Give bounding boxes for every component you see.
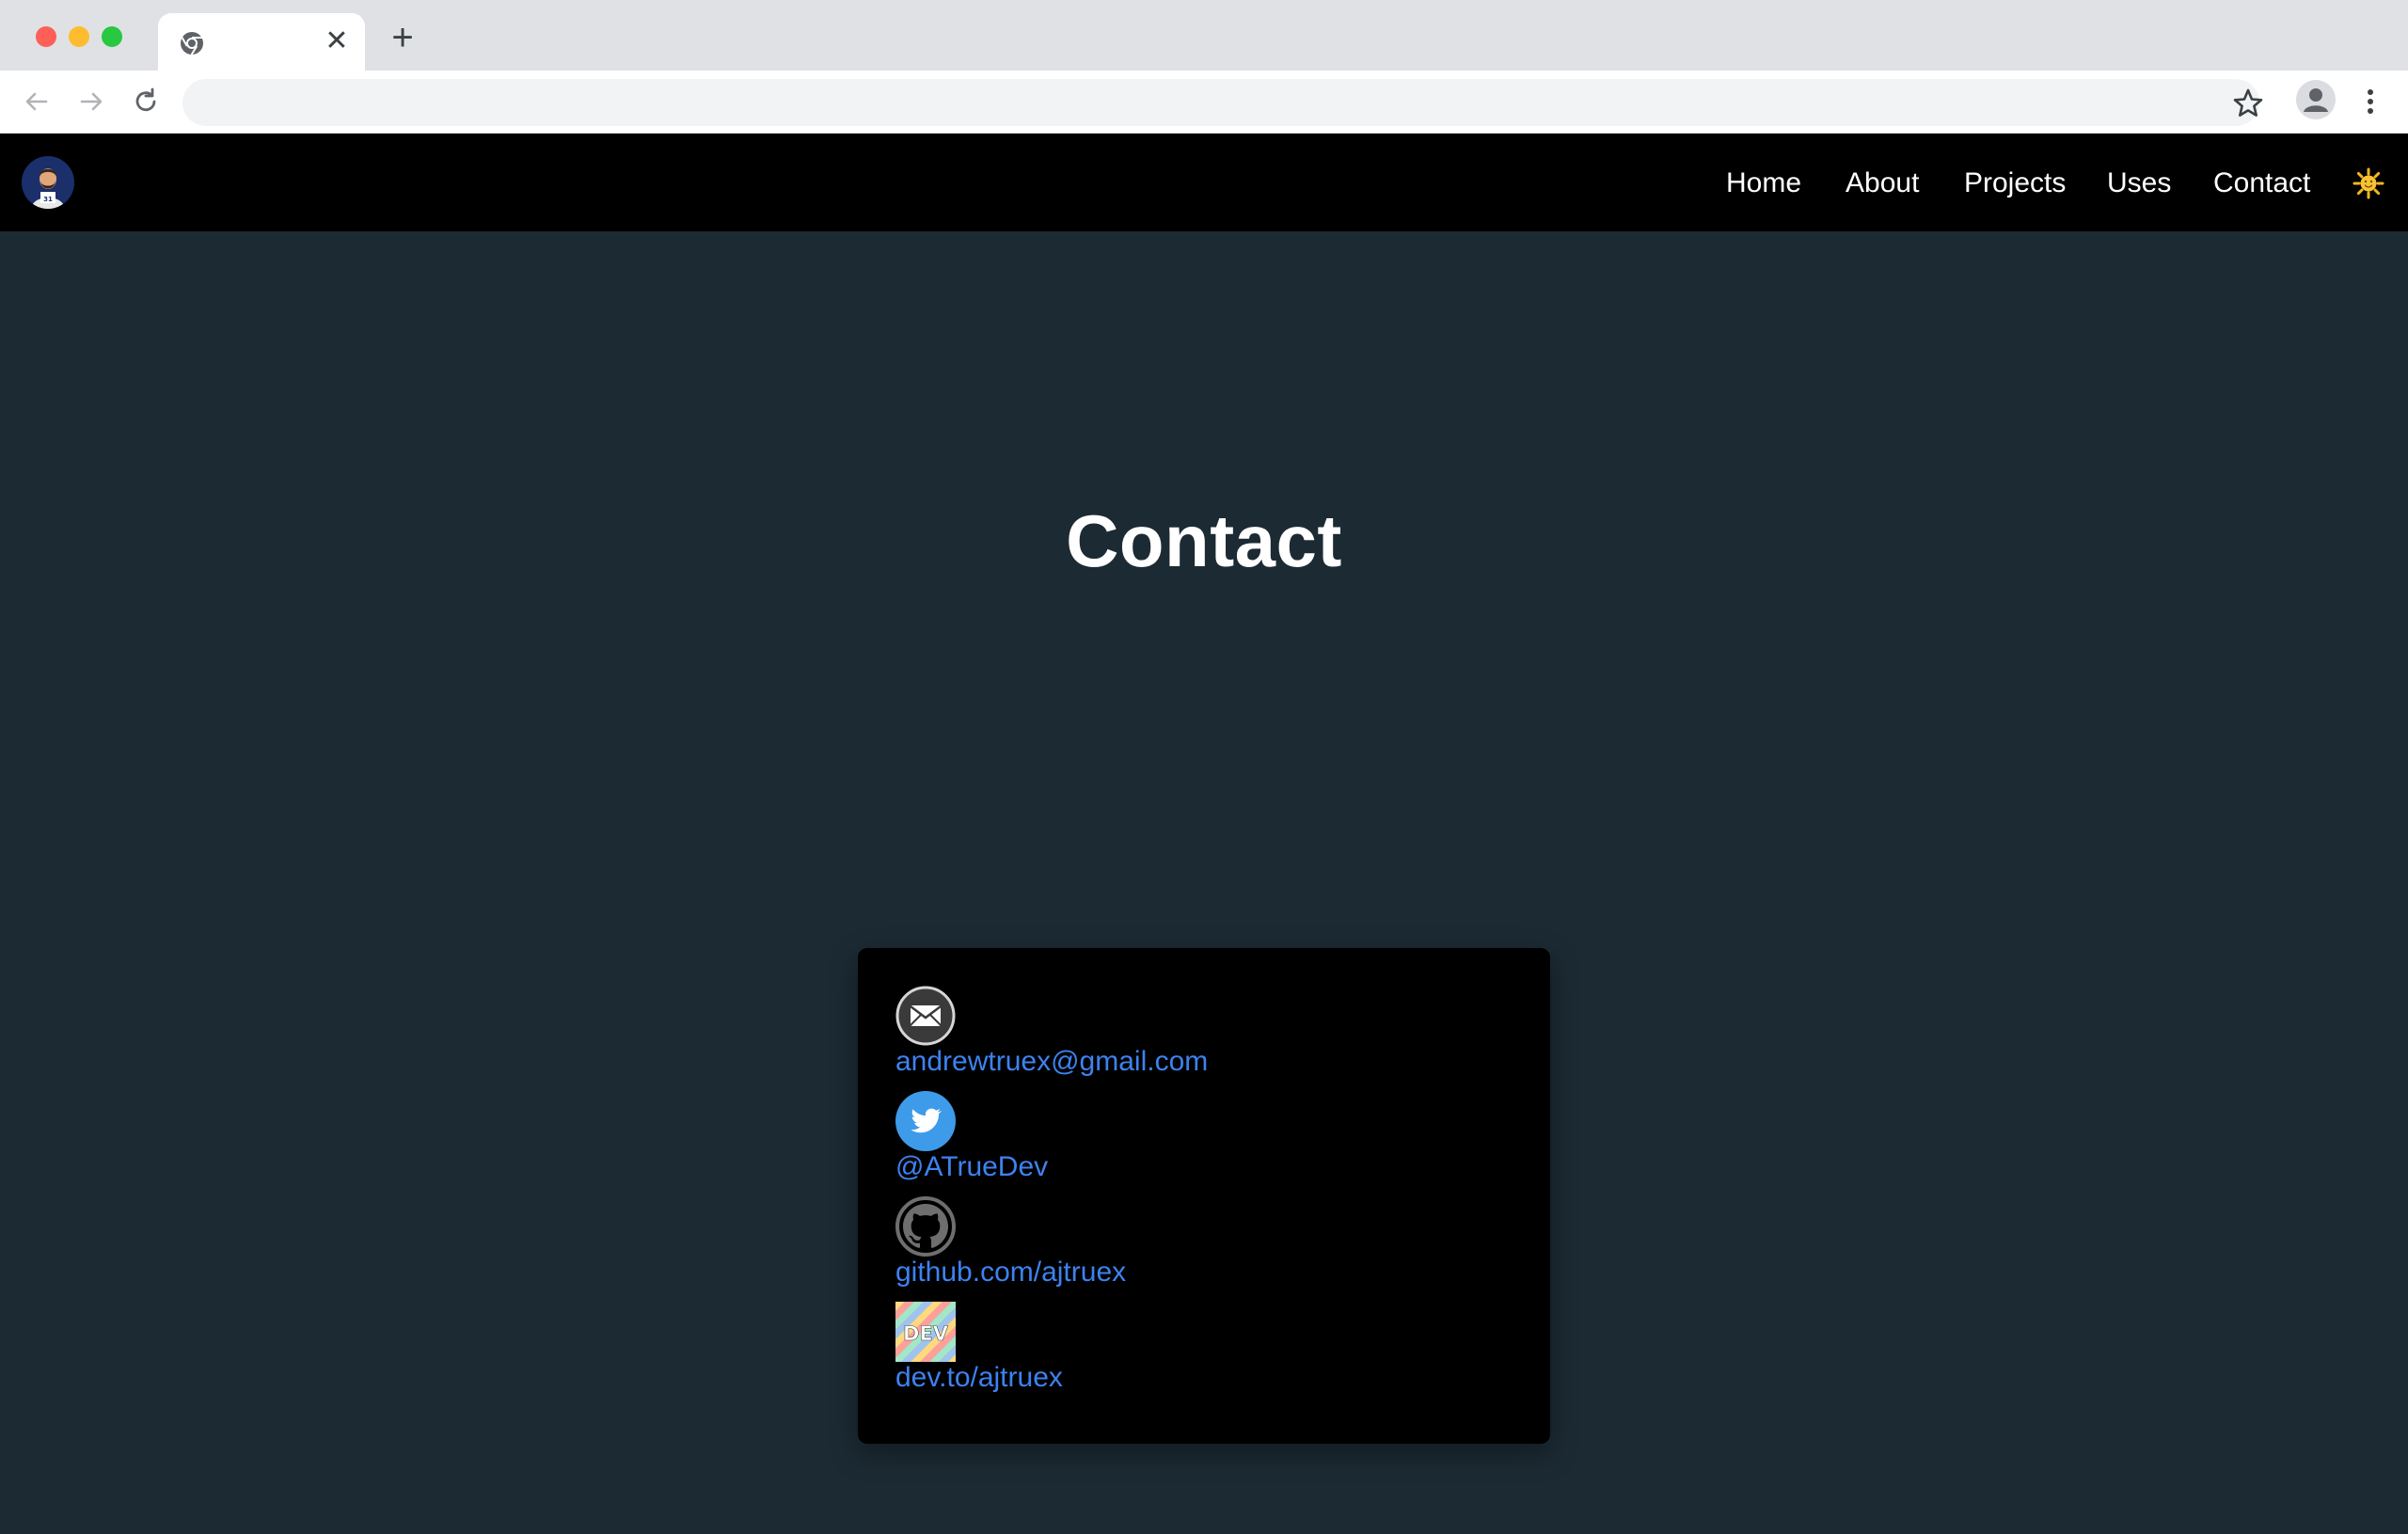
twitter-icon <box>895 1091 956 1151</box>
mail-icon <box>895 986 956 1046</box>
arrow-right-icon <box>80 92 103 111</box>
dev-link[interactable]: dev.to/ajtruex <box>895 1362 1063 1394</box>
page-title: Contact <box>1066 499 1342 582</box>
avatar-icon: 31 <box>22 156 74 209</box>
site-navbar: 31 Home About Projects Uses Contact <box>0 134 2408 231</box>
nav-link-about[interactable]: About <box>1846 167 1919 199</box>
github-icon <box>895 1196 956 1257</box>
svg-text:31: 31 <box>43 196 53 203</box>
nav-link-contact[interactable]: Contact <box>2213 167 2310 199</box>
nav-link-home[interactable]: Home <box>1726 167 1801 199</box>
email-link[interactable]: andrewtruex@gmail.com <box>895 1046 1208 1078</box>
browser-toolbar <box>0 71 2408 134</box>
arrow-left-icon <box>25 92 48 111</box>
svg-text:DEV: DEV <box>903 1322 949 1345</box>
new-tab-button[interactable]: + <box>386 19 420 56</box>
maximize-window-button[interactable] <box>102 26 122 47</box>
address-bar[interactable] <box>182 79 2259 126</box>
sun-icon[interactable] <box>2353 167 2384 199</box>
minimize-window-button[interactable] <box>69 26 89 47</box>
github-link[interactable]: github.com/ajtruex <box>895 1257 1126 1289</box>
dev-icon: DEV <box>895 1302 956 1362</box>
forward-button[interactable] <box>73 84 109 119</box>
reload-icon <box>135 87 156 112</box>
browser-tab-bar: ✕ + <box>0 0 2408 71</box>
browser-tab[interactable]: ✕ <box>158 13 365 71</box>
nav-link-projects[interactable]: Projects <box>1964 167 2066 199</box>
avatar[interactable]: 31 <box>22 156 74 209</box>
bookmark-star-icon[interactable] <box>2229 85 2267 122</box>
tab-close-button[interactable]: ✕ <box>322 26 352 56</box>
twitter-link[interactable]: @ATrueDev <box>895 1151 1048 1183</box>
user-icon <box>2304 88 2328 112</box>
more-vert-icon[interactable] <box>2359 83 2382 120</box>
reload-button[interactable] <box>128 84 164 119</box>
nav-link-uses[interactable]: Uses <box>2107 167 2171 199</box>
close-window-button[interactable] <box>36 26 56 47</box>
profile-button[interactable] <box>2296 80 2336 119</box>
chrome-icon <box>181 32 203 55</box>
back-button[interactable] <box>19 84 55 119</box>
contact-card: andrewtruex@gmail.com @ATrueDev github.c… <box>858 948 1550 1444</box>
